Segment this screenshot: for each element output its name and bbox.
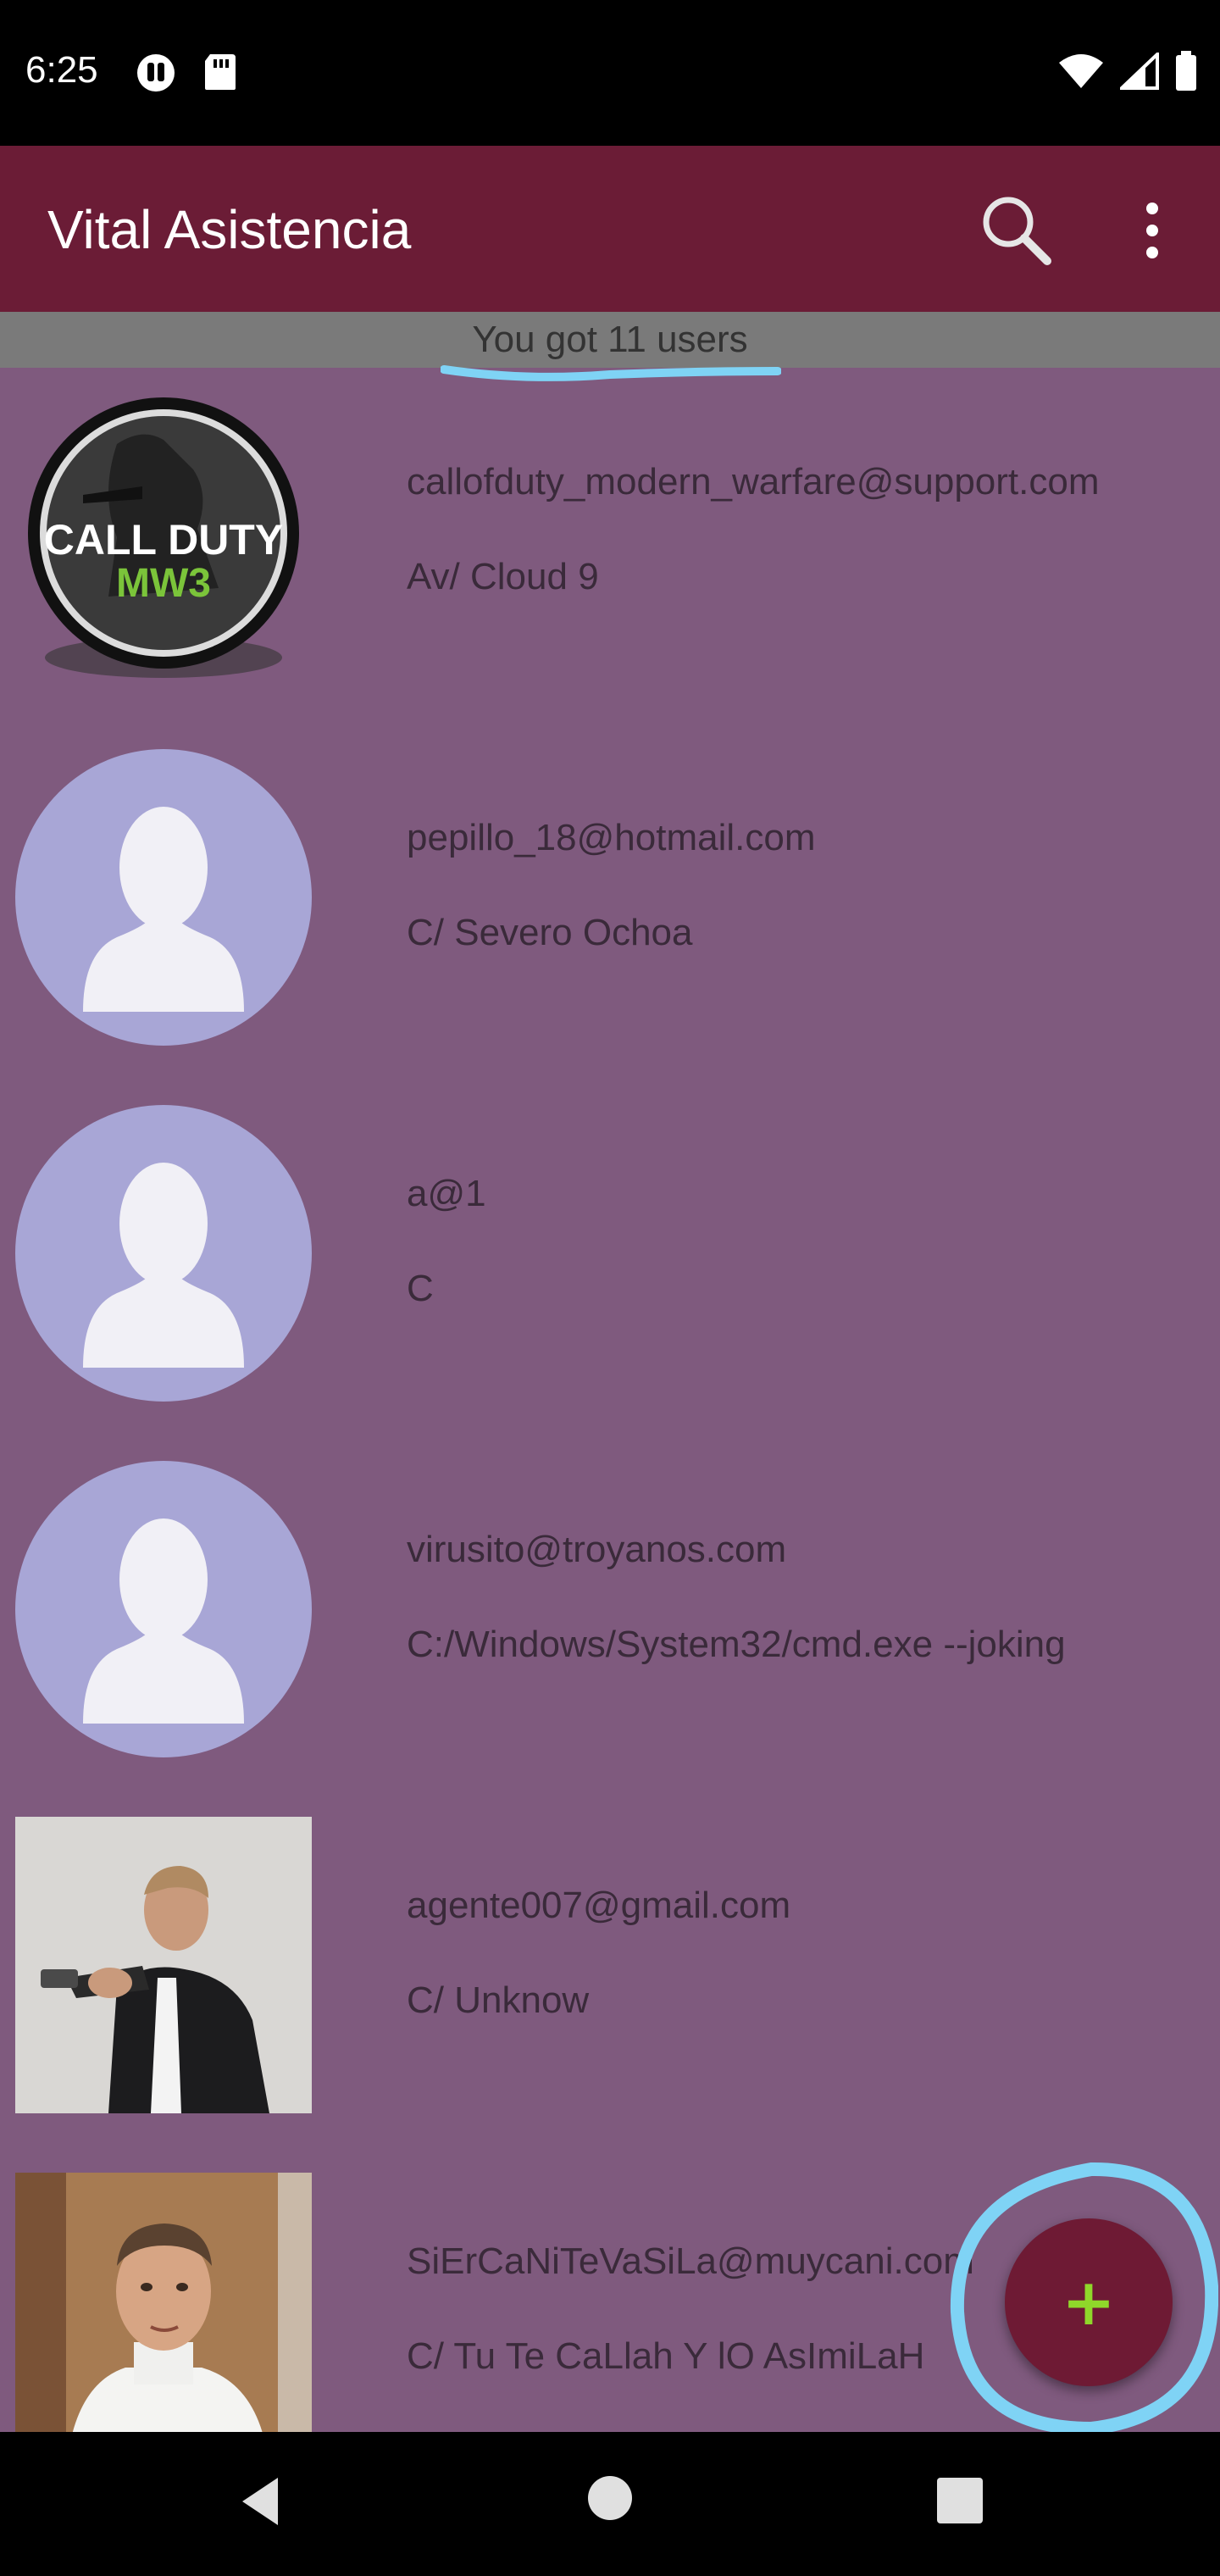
media-icon (137, 54, 175, 92)
user-address: C (407, 1268, 434, 1309)
battery-icon (1176, 51, 1196, 91)
default-avatar-icon (83, 1518, 244, 1724)
user-email: virusito@troyanos.com (407, 1529, 787, 1570)
avatar (15, 1461, 312, 1757)
highlight-circle-mark (950, 2162, 1218, 2436)
recents-icon[interactable] (937, 2478, 983, 2523)
navigation-bar (0, 2432, 1220, 2576)
app-bar: Vital Asistencia (0, 146, 1220, 312)
user-address: C/ Tu Te CaLlah Y lO AsImiLaH (407, 2335, 925, 2377)
back-icon (242, 2478, 278, 2525)
user-address: Av/ Cloud 9 (407, 556, 599, 597)
search-icon (983, 197, 1051, 265)
user-email: SiErCaNiTeVaSiLa@muycani.com (407, 2240, 974, 2282)
app-title: Vital Asistencia (47, 199, 412, 260)
default-avatar-icon (83, 1163, 244, 1368)
status-bar: 6:25 (0, 0, 1220, 146)
avatar (15, 1817, 312, 2113)
default-avatar-icon (83, 807, 244, 1012)
user-count-text: You got 11 users (472, 319, 748, 360)
status-time: 6:25 (25, 49, 98, 91)
list-item[interactable]: virusito@troyanos.com C:/Windows/System3… (0, 1435, 1220, 1791)
status-right-icons (1057, 51, 1198, 92)
user-email: a@1 (407, 1173, 486, 1214)
cod-mw3-logo-icon: CALL DUTY MW3 (28, 397, 299, 678)
user-email: pepillo_18@hotmail.com (407, 817, 816, 858)
svg-text:MW3: MW3 (116, 561, 211, 606)
status-left-icons (136, 53, 237, 93)
agent-photo-icon (15, 1817, 312, 2113)
highlight-underline-mark (441, 365, 781, 381)
user-address: C/ Severo Ochoa (407, 912, 693, 953)
man-photo-icon (15, 2173, 312, 2432)
list-item[interactable]: CALL DUTY MW3 callofduty_modern_warfare@… (0, 368, 1220, 724)
home-icon[interactable] (588, 2476, 632, 2520)
avatar-logo-text: CALL DUTY (44, 516, 283, 564)
list-item[interactable]: agente007@gmail.com C/ Unknow (0, 1791, 1220, 2147)
search-button[interactable] (974, 188, 1059, 273)
list-item[interactable]: a@1 C (0, 1080, 1220, 1435)
more-vert-icon (1146, 203, 1158, 258)
wifi-icon (1059, 54, 1103, 88)
signal-icon (1120, 53, 1159, 90)
more-options-button[interactable] (1127, 188, 1178, 273)
list-item[interactable]: pepillo_18@hotmail.com C/ Severo Ochoa (0, 724, 1220, 1080)
back-button[interactable] (230, 2468, 298, 2535)
avatar (15, 1105, 312, 1402)
avatar: CALL DUTY MW3 (15, 393, 312, 690)
user-address: C:/Windows/System32/cmd.exe --joking (407, 1624, 1066, 1665)
user-email: callofduty_modern_warfare@support.com (407, 461, 1100, 502)
user-list[interactable]: CALL DUTY MW3 callofduty_modern_warfare@… (0, 368, 1220, 2432)
sd-card-icon (205, 54, 236, 90)
avatar (15, 2173, 312, 2432)
user-email: agente007@gmail.com (407, 1885, 791, 1926)
user-address: C/ Unknow (407, 1979, 590, 2021)
avatar (15, 749, 312, 1046)
